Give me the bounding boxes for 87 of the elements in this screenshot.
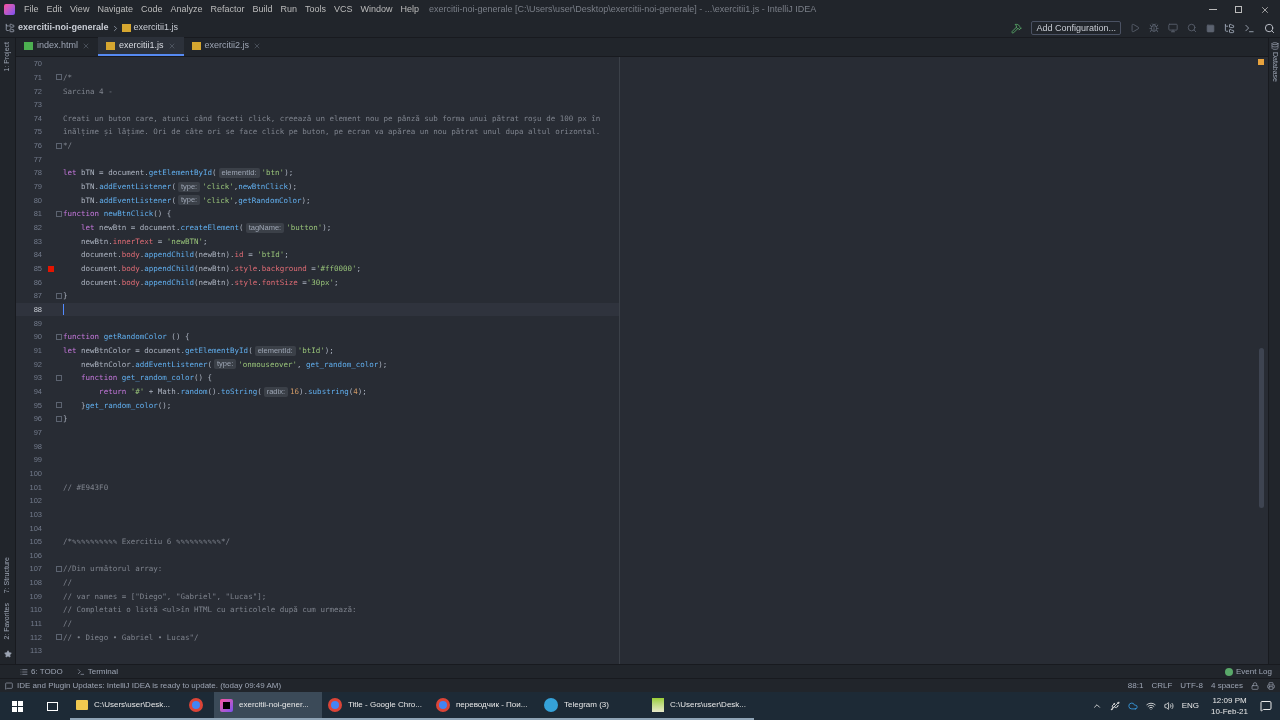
usb-icon[interactable] [1109, 701, 1120, 711]
fold-icon[interactable] [55, 415, 62, 422]
status-message: IDE and Plugin Updates: IntelliJ IDEA is ready to update. (today 09:49 AM) [17, 679, 282, 692]
status-item[interactable]: 4 spaces [1210, 679, 1243, 692]
event-log-button[interactable]: Event Log [1224, 665, 1272, 678]
breadcrumb-item[interactable]: exercitii1.js [133, 21, 179, 35]
chrome-icon [328, 698, 342, 712]
fold-icon[interactable] [55, 634, 62, 641]
lock-icon[interactable] [1251, 681, 1259, 690]
taskbar-item[interactable]: переводчик - Пои... [430, 692, 538, 720]
terminal-icon[interactable] [1244, 22, 1255, 34]
editor-tab[interactable]: exercitii2.js [183, 37, 270, 56]
add-configuration-button[interactable]: Add Configuration... [1031, 21, 1121, 35]
chevron-up-icon[interactable] [1091, 701, 1102, 711]
chrome-icon [189, 698, 203, 712]
editor-tab[interactable]: exercitii1.js [98, 37, 184, 56]
breadcrumb-item[interactable]: exercitii-noi-generale [18, 21, 109, 35]
close-icon[interactable] [1260, 4, 1270, 15]
notepad-icon [652, 698, 664, 712]
status-item[interactable]: CRLF [1151, 679, 1173, 692]
menu-item[interactable]: Build [252, 2, 273, 17]
event-badge-icon [1224, 667, 1233, 676]
chrome-icon [436, 698, 450, 712]
restore-icon[interactable] [1235, 6, 1242, 13]
file-icon [24, 41, 33, 50]
taskbar-item[interactable]: C:\Users\user\Desk... [646, 692, 754, 720]
taskbar-item[interactable]: Telegram (3) [538, 692, 646, 720]
fold-icon[interactable] [55, 402, 62, 409]
list-icon [20, 667, 28, 676]
debug-icon[interactable] [1149, 23, 1159, 33]
menu-item[interactable]: Navigate [97, 2, 133, 17]
editor-tab[interactable]: index.html [16, 37, 99, 56]
breakpoint-icon[interactable] [47, 265, 54, 272]
menu-item[interactable]: Window [360, 2, 393, 17]
menu-item[interactable]: VCS [334, 2, 353, 17]
menu-item[interactable]: Refactor [210, 2, 245, 17]
menu-item[interactable]: File [24, 2, 39, 17]
menu-item[interactable]: Analyze [170, 2, 203, 17]
menu-item[interactable]: Tools [305, 2, 327, 17]
window-title: exercitii-noi-generale [C:\Users\user\Desktop\exercitii-noi-generale] - ...\exercitii1.js - IntelliJ IDEA [429, 2, 817, 16]
star-icon [3, 650, 12, 658]
todo-tool-tab[interactable]: 6: TODO [20, 665, 63, 678]
fold-icon[interactable] [55, 333, 62, 340]
task-view-icon[interactable] [47, 701, 58, 711]
fold-icon[interactable] [55, 566, 62, 573]
run-icon[interactable] [1130, 23, 1140, 33]
warning-marker[interactable] [1258, 59, 1264, 65]
idea-icon [220, 698, 233, 712]
fold-icon[interactable] [55, 374, 62, 381]
taskbar-item[interactable]: Title - Google Chro... [322, 692, 430, 720]
text-cursor [63, 304, 64, 316]
menu-item[interactable]: Edit [46, 2, 63, 17]
app-logo-icon [4, 4, 15, 15]
menu-item[interactable]: Code [140, 2, 163, 17]
search-icon[interactable] [1264, 22, 1275, 34]
menu-item[interactable]: View [70, 2, 90, 17]
js-file-icon [121, 24, 131, 32]
menu-item[interactable]: Help [400, 2, 420, 17]
telegram-icon [544, 698, 558, 712]
fold-icon[interactable] [55, 74, 62, 81]
language-indicator[interactable]: ENG [1181, 700, 1200, 712]
fold-icon[interactable] [55, 211, 62, 218]
stop-icon[interactable] [1206, 23, 1215, 33]
message-icon [5, 681, 13, 690]
project-structure-icon[interactable] [1224, 22, 1235, 34]
clock-time[interactable]: 12:09 PM [1212, 695, 1247, 706]
windows-start-icon[interactable] [12, 700, 23, 712]
status-item[interactable]: UTF-8 [1180, 679, 1203, 692]
fold-icon[interactable] [55, 142, 62, 149]
wifi-icon[interactable] [1145, 701, 1156, 711]
menu-item[interactable]: Run [280, 2, 297, 17]
terminal-tool-tab[interactable]: Terminal [76, 665, 118, 678]
file-icon [106, 41, 116, 50]
volume-icon[interactable] [1163, 701, 1174, 711]
printer-icon[interactable] [1267, 681, 1275, 690]
cloud-icon[interactable] [1127, 701, 1138, 711]
notifications-icon[interactable] [1260, 700, 1272, 712]
database-icon [1270, 42, 1279, 50]
clock-date[interactable]: 10-Feb-21 [1211, 706, 1248, 717]
status-item[interactable]: 88:1 [1127, 679, 1144, 692]
fold-icon[interactable] [55, 293, 62, 299]
scrollbar-thumb[interactable] [1258, 348, 1264, 508]
build-icon[interactable] [1011, 22, 1023, 34]
file-icon [191, 41, 201, 50]
taskbar-item[interactable]: C:\Users\user\Desk... [70, 692, 178, 720]
taskbar-item[interactable]: exercitii-noi-gener... [214, 692, 322, 720]
terminal-icon [76, 667, 85, 676]
